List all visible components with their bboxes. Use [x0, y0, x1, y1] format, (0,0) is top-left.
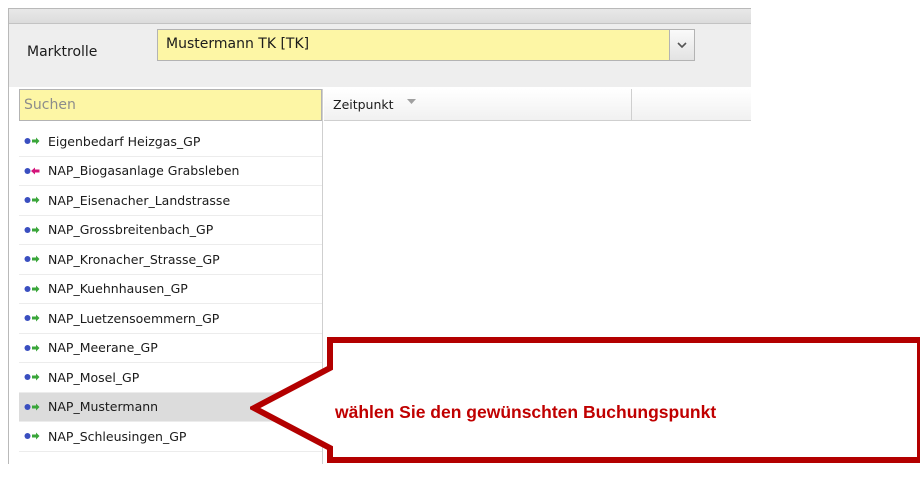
- list-item[interactable]: NAP_Biogasanlage Grabsleben: [19, 157, 322, 186]
- dot-arrow-right-icon: [24, 285, 40, 293]
- list-item-label: NAP_Grossbreitenbach_GP: [48, 222, 214, 238]
- marktrolle-label: Marktrolle: [27, 44, 98, 60]
- list-item-label: NAP_Schleusingen_GP: [48, 428, 187, 444]
- list-item-label: NAP_Kuehnhausen_GP: [48, 281, 188, 297]
- dot-arrow-right-icon: [24, 255, 40, 263]
- callout-arrow: [250, 337, 920, 463]
- dot-arrow-right-icon: [24, 314, 40, 322]
- dot-arrow-right-icon: [24, 344, 40, 352]
- sort-down-icon[interactable]: [407, 99, 416, 104]
- list-item[interactable]: Eigenbedarf Heizgas_GP: [19, 127, 322, 157]
- list-item[interactable]: NAP_Kronacher_Strasse_GP: [19, 245, 322, 275]
- dot-arrow-right-icon: [24, 137, 40, 145]
- list-item[interactable]: NAP_Grossbreitenbach_GP: [19, 216, 322, 245]
- dot-arrow-left-icon: [24, 167, 40, 175]
- top-toolbar-strip: [9, 9, 751, 24]
- column-header-zeitpunkt[interactable]: Zeitpunkt: [324, 89, 632, 120]
- list-item[interactable]: NAP_Eisenacher_Landstrasse: [19, 186, 322, 216]
- dot-arrow-right-icon: [24, 432, 40, 440]
- callout-text: wählen Sie den gewünschten Buchungspunkt: [335, 402, 717, 422]
- list-item-label: Eigenbedarf Heizgas_GP: [48, 133, 201, 149]
- list-item-label: NAP_Kronacher_Strasse_GP: [48, 251, 220, 267]
- grid-header: Zeitpunkt: [324, 89, 751, 121]
- marktrolle-value: Mustermann TK [TK]: [166, 36, 310, 52]
- dot-arrow-right-icon: [24, 373, 40, 381]
- list-item-label: NAP_Mustermann: [48, 399, 159, 415]
- column-header-zeitpunkt-label: Zeitpunkt: [333, 97, 394, 112]
- search-input[interactable]: [19, 89, 322, 121]
- list-item-label: NAP_Eisenacher_Landstrasse: [48, 192, 231, 208]
- dot-arrow-right-icon: [24, 226, 40, 234]
- dot-arrow-right-icon: [24, 403, 40, 411]
- list-item-label: NAP_Meerane_GP: [48, 340, 158, 356]
- list-item[interactable]: NAP_Kuehnhausen_GP: [19, 275, 322, 304]
- dot-arrow-right-icon: [24, 196, 40, 204]
- list-item-label: NAP_Mosel_GP: [48, 369, 140, 385]
- list-item-label: NAP_Luetzensoemmern_GP: [48, 310, 220, 326]
- chevron-down-icon: [677, 42, 687, 48]
- list-item-label: NAP_Biogasanlage Grabsleben: [48, 163, 240, 179]
- marktrolle-dropdown-button[interactable]: [669, 30, 694, 60]
- marktrolle-combobox[interactable]: Mustermann TK [TK]: [157, 29, 695, 61]
